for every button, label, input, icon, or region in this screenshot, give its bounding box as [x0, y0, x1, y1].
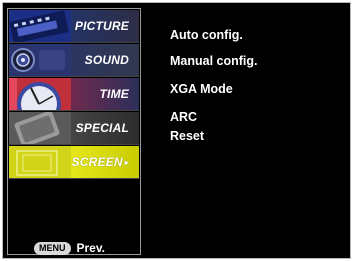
sidebar-item-label: SOUND — [84, 53, 129, 67]
special-thumbnail-icon — [9, 112, 71, 144]
sidebar-item-label: TIME — [99, 87, 129, 101]
sidebar-item-time[interactable]: TIME — [9, 78, 139, 111]
osd-menu: PICTURE SOUND TIME SPECIAL SCREEN ▸ MENU… — [2, 2, 351, 259]
chevron-right-icon: ▸ — [124, 158, 129, 167]
sidebar-item-screen-label: SCREEN — [71, 155, 123, 169]
sidebar-menu: PICTURE SOUND TIME SPECIAL SCREEN ▸ MENU… — [7, 8, 141, 255]
clock-thumbnail-icon — [9, 78, 71, 110]
sidebar-item-label: SCREEN ▸ — [72, 155, 129, 169]
prev-label: Prev. — [76, 241, 105, 255]
sidebar-item-label: SPECIAL — [75, 121, 129, 135]
screen-thumbnail-icon — [9, 146, 71, 178]
sidebar-item-special[interactable]: SPECIAL — [9, 112, 139, 145]
option-auto-config[interactable]: Auto config. — [170, 28, 243, 42]
option-xga-mode[interactable]: XGA Mode — [170, 82, 233, 96]
option-reset[interactable]: Reset — [170, 129, 204, 143]
sidebar-item-picture[interactable]: PICTURE — [9, 10, 139, 43]
sidebar-item-sound[interactable]: SOUND — [9, 44, 139, 77]
picture-thumbnail-icon — [9, 10, 71, 42]
option-manual-config[interactable]: Manual config. — [170, 54, 258, 68]
option-arc[interactable]: ARC — [170, 110, 197, 124]
sidebar-item-screen[interactable]: SCREEN ▸ — [9, 146, 139, 179]
menu-button-icon[interactable]: MENU — [34, 241, 71, 255]
sidebar-item-label: PICTURE — [74, 19, 129, 33]
speaker-thumbnail-icon — [9, 44, 71, 76]
prev-control[interactable]: MENU Prev. — [34, 241, 105, 255]
